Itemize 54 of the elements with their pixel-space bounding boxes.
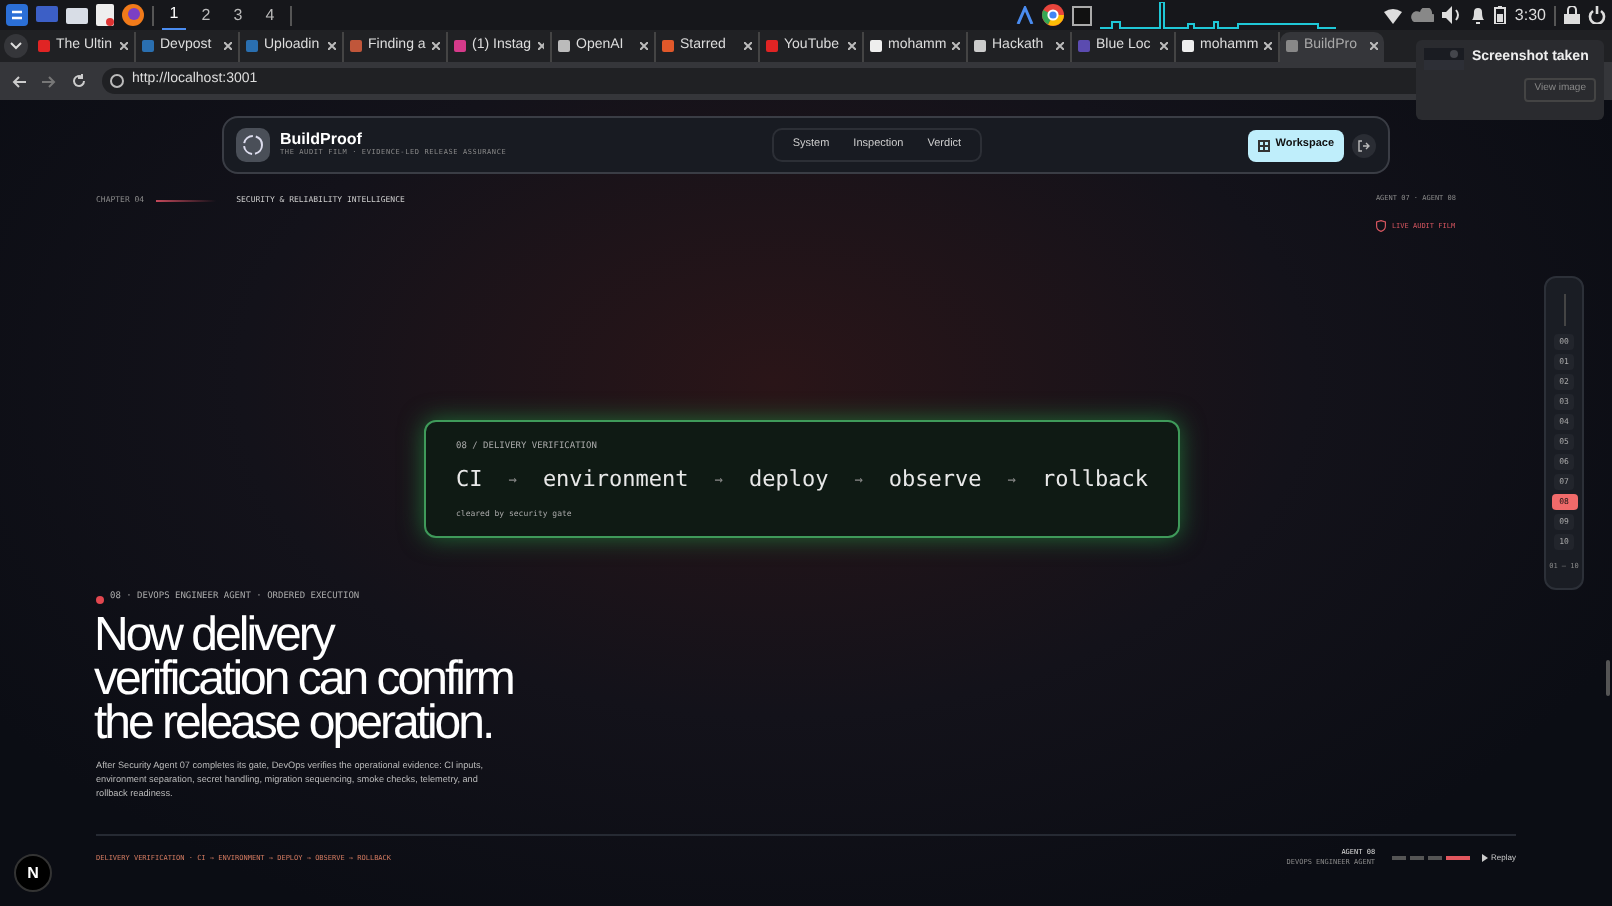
grid-icon bbox=[1257, 139, 1270, 151]
close-icon[interactable] bbox=[640, 42, 648, 50]
pipeline-step: environment bbox=[542, 464, 689, 497]
close-icon[interactable] bbox=[848, 42, 856, 50]
chevron-down-icon bbox=[10, 42, 22, 50]
close-icon[interactable] bbox=[744, 42, 752, 50]
launcher-icon[interactable] bbox=[6, 4, 28, 26]
info-icon bbox=[110, 74, 124, 88]
app-icon[interactable] bbox=[1016, 6, 1035, 24]
close-icon[interactable] bbox=[952, 42, 960, 50]
chrome-icon[interactable] bbox=[1042, 4, 1065, 26]
volume-icon[interactable] bbox=[1442, 6, 1463, 24]
close-icon[interactable] bbox=[224, 42, 232, 50]
power-icon[interactable] bbox=[1588, 6, 1606, 24]
pipeline-step: CI bbox=[456, 464, 483, 497]
play-icon bbox=[1481, 854, 1488, 863]
close-icon[interactable] bbox=[432, 42, 440, 50]
activity-graph-icon bbox=[1100, 1, 1341, 29]
close-icon[interactable] bbox=[1264, 42, 1272, 50]
pipeline-step: observe bbox=[888, 464, 982, 497]
close-icon[interactable] bbox=[120, 42, 128, 50]
exit-icon bbox=[1358, 139, 1371, 151]
browser-icon[interactable] bbox=[122, 4, 144, 26]
close-icon[interactable] bbox=[537, 42, 544, 50]
wifi-icon[interactable] bbox=[1384, 7, 1403, 23]
close-icon[interactable] bbox=[1056, 42, 1064, 50]
scrollbar-thumb bbox=[1606, 660, 1610, 696]
brand-name: BuildProof bbox=[280, 130, 364, 149]
bell-icon[interactable] bbox=[1470, 6, 1487, 24]
battery-icon[interactable] bbox=[1494, 6, 1507, 24]
lock-icon[interactable] bbox=[1564, 6, 1580, 24]
workspace-button[interactable]: 3 bbox=[226, 1, 250, 29]
back-icon[interactable] bbox=[12, 75, 26, 87]
avatar-button[interactable]: N bbox=[14, 854, 52, 892]
close-icon[interactable] bbox=[1370, 42, 1378, 50]
exit-button[interactable] bbox=[1352, 133, 1377, 157]
shield-icon bbox=[1375, 220, 1386, 233]
forward-icon[interactable] bbox=[42, 75, 56, 87]
document-icon[interactable] bbox=[96, 4, 114, 26]
cloud-icon[interactable] bbox=[1410, 8, 1435, 22]
tab-search-button[interactable] bbox=[4, 34, 28, 58]
logo-icon bbox=[236, 128, 270, 162]
reload-icon[interactable] bbox=[72, 74, 86, 88]
folder-icon[interactable] bbox=[66, 6, 88, 24]
pipeline-step: rollback bbox=[1041, 464, 1148, 497]
clock-text: 3:30 bbox=[1514, 3, 1546, 27]
terminal-icon[interactable] bbox=[1072, 5, 1093, 25]
monitor-icon[interactable] bbox=[36, 6, 58, 24]
close-icon[interactable] bbox=[328, 42, 336, 50]
workspace-button[interactable]: 2 bbox=[194, 1, 218, 29]
workspace-button[interactable]: 4 bbox=[258, 1, 282, 29]
hero-heading: Now delivery verification can confirm the release operation. bbox=[94, 614, 513, 746]
close-icon[interactable] bbox=[1160, 42, 1168, 50]
pipeline-step: deploy bbox=[748, 464, 829, 497]
